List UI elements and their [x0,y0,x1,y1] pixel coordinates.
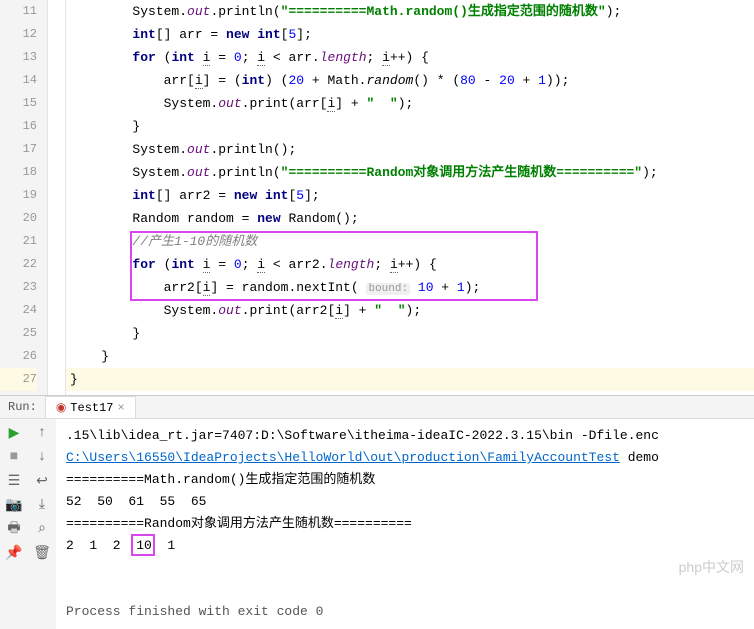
line-number: 17 [0,138,37,161]
run-tab-label: Test17 [70,401,113,415]
line-number: 11 [0,0,37,23]
line-number: 15 [0,92,37,115]
code-line[interactable]: System.out.println(); [66,138,754,161]
code-line[interactable]: System.out.println("==========Random对象调用… [66,161,754,184]
line-number: 24 [0,299,37,322]
softwrap-icon[interactable]: ↩ [34,473,50,489]
print-icon[interactable]: 🖶 [6,521,22,537]
line-number: 16 [0,115,37,138]
editor-area: 11 12 13 14 15 16 17 18 19 20 21 22 23 2… [0,0,754,395]
line-number: 21 [0,230,37,253]
console-line: C:\Users\16550\IdeaProjects\HelloWorld\o… [66,447,744,469]
code-line[interactable]: arr[i] = (int) (20 + Math.random() * (80… [66,69,754,92]
up-icon[interactable]: ↑ [34,425,50,441]
line-number: 13 [0,46,37,69]
console-output[interactable]: .15\lib\idea_rt.jar=7407:D:\Software\ith… [56,419,754,629]
console-line: 2 1 2 10 1 [66,535,744,601]
line-number: 23 [0,276,37,299]
watermark: php中文网 [679,557,744,577]
code-line[interactable]: int[] arr = new int[5]; [66,23,754,46]
code-line[interactable]: } [66,368,754,391]
down-icon[interactable]: ↓ [34,449,50,465]
line-number: 12 [0,23,37,46]
stop-icon[interactable]: ■ [6,449,22,465]
pin-icon[interactable]: 📌 [6,545,22,561]
console-line: ==========Random对象调用方法产生随机数========== [66,513,744,535]
camera-icon[interactable]: 📷 [6,497,22,513]
code-line[interactable]: System.out.print(arr2[i] + " "); [66,299,754,322]
close-icon[interactable]: × [118,401,125,415]
code-line[interactable]: System.out.print(arr[i] + " "); [66,92,754,115]
java-icon: ◉ [56,400,66,415]
layout-icon[interactable]: ☰ [6,473,22,489]
run-panel: Run: ◉ Test17 × ▶ ■ ☰ 📷 🖶 📌 ↑ ↓ ↩ ⤓ ⌕ 🗑 … [0,395,754,607]
code-line[interactable]: } [66,345,754,368]
code-line[interactable]: for (int i = 0; i < arr2.length; i++) { [66,253,754,276]
trash-icon[interactable]: 🗑 [34,545,50,561]
code-line[interactable]: arr2[i] = random.nextInt( bound: 10 + 1)… [66,276,754,299]
code-line[interactable]: } [66,322,754,345]
line-gutter: 11 12 13 14 15 16 17 18 19 20 21 22 23 2… [0,0,48,395]
line-number: 25 [0,322,37,345]
run-header: Run: ◉ Test17 × [0,396,754,419]
fold-column [48,0,66,395]
code-line[interactable]: //产生1-10的随机数 [66,230,754,253]
console-line: .15\lib\idea_rt.jar=7407:D:\Software\ith… [66,425,744,447]
scroll-icon[interactable]: ⤓ [34,497,50,513]
code-line[interactable]: } [66,115,754,138]
line-number: 27 [0,368,37,391]
code-line[interactable]: System.out.println("==========Math.rando… [66,0,754,23]
rerun-icon[interactable]: ▶ [6,425,22,441]
line-number: 18 [0,161,37,184]
run-body: ▶ ■ ☰ 📷 🖶 📌 ↑ ↓ ↩ ⤓ ⌕ 🗑 .15\lib\idea_rt.… [0,419,754,629]
run-tab[interactable]: ◉ Test17 × [45,396,136,418]
line-number: 19 [0,184,37,207]
line-number: 14 [0,69,37,92]
run-toolbar-left: ▶ ■ ☰ 📷 🖶 📌 [0,419,28,629]
line-number: 20 [0,207,37,230]
filter-icon[interactable]: ⌕ [34,521,50,537]
code-line[interactable]: for (int i = 0; i < arr.length; i++) { [66,46,754,69]
line-number: 22 [0,253,37,276]
console-line: ==========Math.random()生成指定范围的随机数 [66,469,744,491]
console-line: 52 50 61 55 65 [66,491,744,513]
console-link[interactable]: C:\Users\16550\IdeaProjects\HelloWorld\o… [66,450,620,465]
exit-code-line: Process finished with exit code 0 [66,601,744,623]
code-line[interactable]: int[] arr2 = new int[5]; [66,184,754,207]
line-number: 26 [0,345,37,368]
run-toolbar-inner: ↑ ↓ ↩ ⤓ ⌕ 🗑 [28,419,56,629]
code-editor[interactable]: System.out.println("==========Math.rando… [66,0,754,395]
code-line[interactable]: Random random = new Random(); [66,207,754,230]
run-label: Run: [8,400,37,414]
